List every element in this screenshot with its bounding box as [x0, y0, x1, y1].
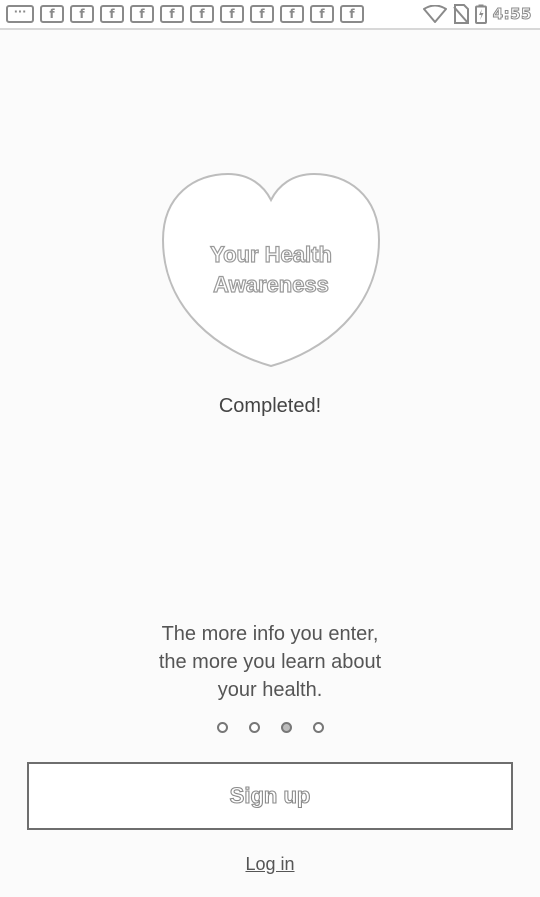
facebook-icon: f — [160, 5, 184, 23]
info-line3: your health. — [217, 679, 323, 701]
login-link-row: Log in — [0, 854, 540, 875]
info-message: The more info you enter, the more you le… — [120, 620, 420, 704]
heart-label: Your Health Awareness — [160, 240, 382, 300]
info-line1: The more info you enter, — [161, 623, 379, 645]
page-dot — [248, 722, 260, 733]
notification-icons: ··· f f f f f f f f f f f — [6, 5, 364, 23]
page-dot — [312, 722, 324, 733]
heart-label-line1: Your Health — [209, 241, 332, 267]
status-bar: ··· f f f f f f f f f f f 4:55 — [0, 0, 540, 30]
completion-status: Completed! — [218, 395, 322, 417]
more-notifications-icon: ··· — [6, 5, 34, 23]
facebook-icon: f — [280, 5, 304, 23]
signup-button[interactable]: Sign up — [27, 762, 513, 830]
facebook-icon: f — [40, 5, 64, 23]
facebook-icon: f — [340, 5, 364, 23]
no-sim-icon — [452, 4, 469, 24]
facebook-icon: f — [70, 5, 94, 23]
facebook-icon: f — [130, 5, 154, 23]
facebook-icon: f — [190, 5, 214, 23]
wifi-icon — [422, 5, 447, 23]
health-awareness-heart: Your Health Awareness — [160, 170, 382, 368]
facebook-icon: f — [310, 5, 334, 23]
page-dot — [280, 722, 292, 733]
system-icons: 4:55 — [422, 4, 532, 24]
status-bar-clock: 4:55 — [492, 5, 532, 24]
onboarding-screen: ··· f f f f f f f f f f f 4:55 Your Heal… — [0, 0, 540, 897]
facebook-icon: f — [220, 5, 244, 23]
facebook-icon: f — [100, 5, 124, 23]
battery-charging-icon — [474, 4, 487, 24]
page-indicator — [0, 722, 540, 733]
facebook-icon: f — [250, 5, 274, 23]
info-line2: the more you learn about — [158, 651, 382, 673]
heart-label-line2: Awareness — [213, 271, 330, 297]
page-dot — [216, 722, 228, 733]
login-link[interactable]: Log in — [245, 854, 294, 874]
